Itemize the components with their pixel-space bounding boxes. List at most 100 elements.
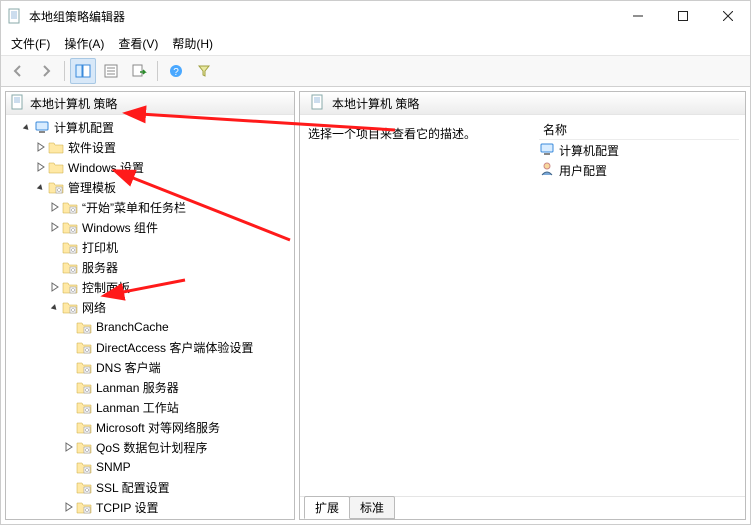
properties-button[interactable]	[98, 58, 124, 84]
expander-closed-icon[interactable]	[62, 502, 76, 512]
forward-button[interactable]	[33, 58, 59, 84]
help-button[interactable]: ?	[163, 58, 189, 84]
tree-item-label: BranchCache	[96, 320, 169, 334]
tree-item-label: 计算机配置	[54, 119, 114, 136]
details-title: 本地计算机 策略	[332, 95, 419, 112]
folder-cfg-icon	[62, 219, 78, 235]
tree-item-label: Windows 设置	[68, 159, 144, 176]
tree-item-start[interactable]: “开始”菜单和任务栏	[6, 197, 294, 217]
tree-body[interactable]: 计算机配置软件设置 Windows 设置管理模板 “开始”菜单和任务栏 Windows…	[6, 115, 294, 519]
tree-item-tcpip[interactable]: TCPIP 设置	[6, 497, 294, 517]
filter-button[interactable]	[191, 58, 217, 84]
tree-item-comp[interactable]: 计算机配置	[6, 117, 294, 137]
window-title: 本地组策略编辑器	[29, 8, 125, 25]
minimize-button[interactable]	[615, 1, 660, 31]
details-header: 本地计算机 策略	[300, 92, 745, 115]
folder-cfg-icon	[76, 499, 92, 515]
tree-item-bc[interactable]: BranchCache	[6, 317, 294, 337]
tree-item-winset[interactable]: Windows 设置	[6, 157, 294, 177]
tree-item-admtpl[interactable]: 管理模板	[6, 177, 294, 197]
folder-cfg-icon	[76, 359, 92, 375]
menubar: 文件(F) 操作(A) 查看(V) 帮助(H)	[1, 31, 750, 56]
computer-icon	[34, 119, 50, 135]
tree-item-lanw[interactable]: Lanman 工作站	[6, 397, 294, 417]
expander-open-icon[interactable]	[48, 302, 62, 312]
tree-item-label: “开始”菜单和任务栏	[82, 199, 186, 216]
tree-item-qos[interactable]: QoS 数据包计划程序	[6, 437, 294, 457]
expander-closed-icon[interactable]	[62, 442, 76, 452]
tree-item-label: 网络	[82, 299, 106, 316]
back-button[interactable]	[5, 58, 31, 84]
tree-item-da[interactable]: DirectAccess 客户端体验设置	[6, 337, 294, 357]
folder-cfg-icon	[76, 459, 92, 475]
tree-item-label: DNS 客户端	[96, 359, 161, 376]
tree-item-label: 软件设置	[68, 139, 116, 156]
tree-item-network[interactable]: 网络	[6, 297, 294, 317]
details-pane: 本地计算机 策略 选择一个项目来查看它的描述。 名称 计算机配置	[299, 91, 746, 520]
folder-cfg-icon	[76, 439, 92, 455]
tree-item-label: Windows 组件	[82, 219, 158, 236]
svg-text:?: ?	[173, 67, 179, 78]
folder-icon	[48, 139, 64, 155]
list-panel: 名称 计算机配置 用户配置	[533, 115, 745, 496]
tree-item-server[interactable]: 服务器	[6, 257, 294, 277]
toolbar-separator	[157, 61, 158, 81]
tree-item-label: SSL 配置设置	[96, 479, 170, 496]
expander-open-icon[interactable]	[20, 122, 34, 132]
export-list-button[interactable]	[126, 58, 152, 84]
list-item[interactable]: 计算机配置	[539, 140, 739, 160]
tree-item-msp2p[interactable]: Microsoft 对等网络服务	[6, 417, 294, 437]
expander-open-icon[interactable]	[34, 182, 48, 192]
app-window: 本地组策略编辑器 文件(F) 操作(A) 查看(V) 帮助(H) ?	[0, 0, 751, 525]
show-hide-tree-button[interactable]	[70, 58, 96, 84]
expander-closed-icon[interactable]	[48, 202, 62, 212]
folder-cfg-icon	[76, 339, 92, 355]
tree-item-snmp[interactable]: SNMP	[6, 457, 294, 477]
tree-item-label: SNMP	[96, 460, 131, 474]
expander-closed-icon[interactable]	[48, 282, 62, 292]
tree-root-label: 本地计算机 策略	[30, 95, 117, 112]
expander-closed-icon[interactable]	[48, 222, 62, 232]
expander-closed-icon[interactable]	[34, 162, 48, 172]
tree-item-ssl[interactable]: SSL 配置设置	[6, 477, 294, 497]
tree-item-soft[interactable]: 软件设置	[6, 137, 294, 157]
folder-cfg-icon	[76, 319, 92, 335]
tree-item-label: TCPIP 设置	[96, 499, 158, 516]
expander-closed-icon[interactable]	[34, 142, 48, 152]
list-item[interactable]: 用户配置	[539, 160, 739, 180]
toolbar: ?	[1, 56, 750, 87]
column-headers: 名称	[539, 119, 739, 140]
list-item-label: 计算机配置	[559, 142, 619, 159]
window-controls	[615, 1, 750, 31]
folder-cfg-icon	[62, 259, 78, 275]
folder-cfg-icon	[62, 279, 78, 295]
policy-icon	[310, 94, 326, 113]
tree-item-label: DirectAccess 客户端体验设置	[96, 339, 253, 356]
tree-item-lans[interactable]: Lanman 服务器	[6, 377, 294, 397]
tab-extended[interactable]: 扩展	[304, 496, 350, 519]
tree-item-printer[interactable]: 打印机	[6, 237, 294, 257]
tree-item-ctrlpnl[interactable]: 控制面板	[6, 277, 294, 297]
folder-cfg-icon	[76, 479, 92, 495]
menu-file[interactable]: 文件(F)	[5, 33, 56, 54]
close-button[interactable]	[705, 1, 750, 31]
computer-icon	[539, 141, 555, 160]
tab-standard[interactable]: 标准	[349, 496, 395, 519]
menu-action[interactable]: 操作(A)	[58, 33, 110, 54]
folder-cfg-icon	[48, 179, 64, 195]
folder-cfg-icon	[76, 419, 92, 435]
column-name[interactable]: 名称	[539, 119, 739, 139]
folder-cfg-icon	[62, 199, 78, 215]
menu-view[interactable]: 查看(V)	[112, 33, 164, 54]
folder-cfg-icon	[76, 379, 92, 395]
tree-item-label: Microsoft 对等网络服务	[96, 419, 220, 436]
list-item-label: 用户配置	[559, 162, 607, 179]
tree-item-label: Lanman 工作站	[96, 399, 179, 416]
maximize-button[interactable]	[660, 1, 705, 31]
tree-item-label: Lanman 服务器	[96, 379, 179, 396]
menu-help[interactable]: 帮助(H)	[166, 33, 219, 54]
tree-item-dns[interactable]: DNS 客户端	[6, 357, 294, 377]
tree-item-wincomp[interactable]: Windows 组件	[6, 217, 294, 237]
titlebar: 本地组策略编辑器	[1, 1, 750, 31]
tree-item-label: 控制面板	[82, 279, 130, 296]
